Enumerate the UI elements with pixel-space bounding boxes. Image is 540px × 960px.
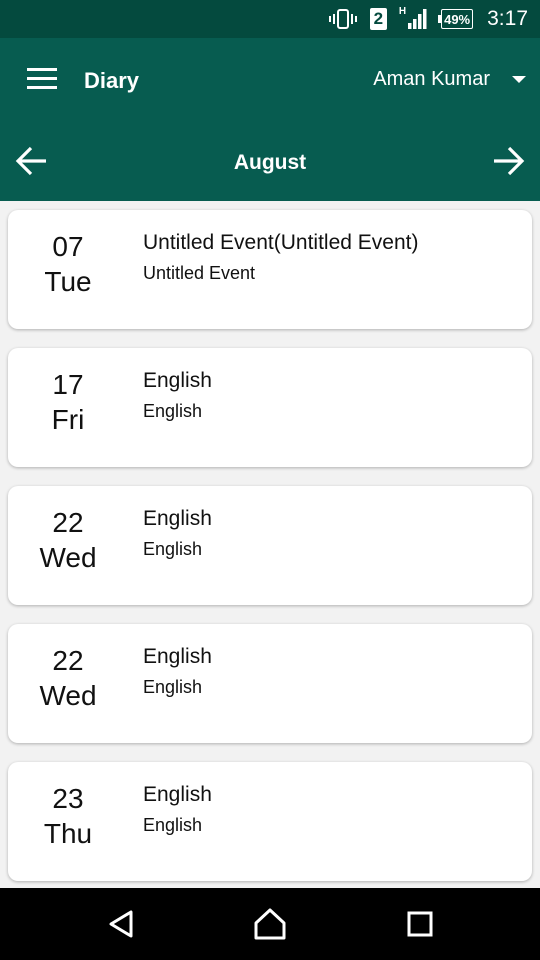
battery-level: 49% [444,11,471,27]
next-month-button[interactable] [490,143,526,179]
event-day: 17 [52,369,84,400]
event-subtitle: English [143,401,203,421]
event-weekday: Fri [51,404,85,435]
event-title: English [143,645,212,668]
event-title: English [143,507,212,530]
event-day: 22 [52,645,84,676]
user-selector[interactable]: Aman Kumar [373,68,526,91]
menu-icon[interactable] [27,68,57,92]
app-title: Diary [84,68,140,93]
status-icons: 2 H 49% 3:17 [316,0,528,38]
system-nav-bar [0,888,540,960]
back-icon [109,910,133,938]
chevron-down-icon [512,76,526,83]
event-day: 23 [52,783,84,814]
vibrate-icon [328,8,358,30]
event-weekday: Tue [44,266,92,297]
event-date: 07 Tue [8,230,128,300]
sim-icon: 2 [369,8,387,30]
event-title: English [143,369,212,392]
event-title: English [143,783,212,806]
recents-icon [407,911,433,937]
network-type-label: H [398,5,407,17]
event-title: Untitled Event(Untitled Event) [143,231,419,254]
event-subtitle: English [143,539,203,559]
back-button[interactable] [102,904,142,944]
battery-icon: 49% [438,9,474,29]
app-bar: Diary Aman Kumar August [0,38,540,201]
event-card[interactable]: 17 Fri English English [8,348,532,467]
event-day: 07 [52,231,84,262]
event-date: 17 Fri [8,368,128,438]
event-subtitle: Untitled Event [143,263,256,283]
status-bar: 2 H 49% 3:17 [0,0,540,38]
event-card[interactable]: 22 Wed English English [8,486,532,605]
event-weekday: Wed [39,542,97,573]
event-list[interactable]: 07 Tue Untitled Event(Untitled Event) Un… [0,201,540,888]
event-date: 22 Wed [8,506,128,576]
signal-icon: H [398,5,429,30]
clock: 3:17 [487,7,528,30]
recents-button[interactable] [400,904,440,944]
event-day: 22 [52,507,84,538]
home-icon [254,908,286,940]
event-weekday: Thu [43,818,93,849]
event-weekday: Wed [39,680,97,711]
event-subtitle: English [143,677,203,697]
event-date: 22 Wed [8,644,128,714]
user-name: Aman Kumar [373,68,490,90]
event-card[interactable]: 23 Thu English English [8,762,532,881]
event-card[interactable]: 07 Tue Untitled Event(Untitled Event) Un… [8,210,532,329]
event-card[interactable]: 22 Wed English English [8,624,532,743]
arrow-right-icon [494,146,525,176]
month-title: August [233,151,307,174]
event-subtitle: English [143,815,203,835]
home-button[interactable] [250,904,290,944]
event-date: 23 Thu [8,782,128,852]
